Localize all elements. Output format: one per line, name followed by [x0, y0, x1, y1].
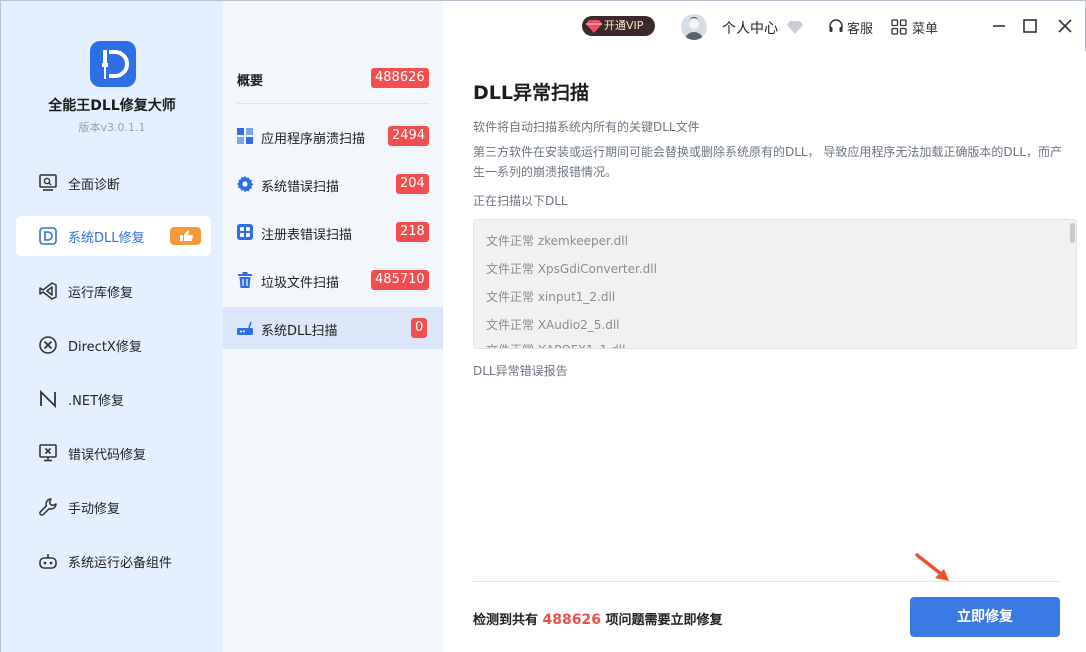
- registry-icon: [237, 224, 253, 240]
- directx-icon: [39, 336, 57, 354]
- close-icon[interactable]: [1055, 16, 1075, 36]
- scan-item-junk-files[interactable]: 垃圾文件扫描 485710: [223, 259, 443, 301]
- wrench-icon: [39, 498, 57, 516]
- scrollbar[interactable]: [1070, 223, 1075, 243]
- thumbs-up-icon: [170, 227, 201, 245]
- scan-count-badge: 2494: [388, 126, 430, 146]
- overview-count-badge: 488626: [371, 68, 429, 88]
- router-icon: [237, 321, 253, 335]
- description-line1: 软件将自动扫描系统内所有的关键DLL文件: [473, 120, 700, 134]
- avatar[interactable]: [681, 14, 707, 40]
- scan-item-label: 系统错误扫描: [261, 180, 340, 195]
- sidebar-item-full-diagnosis[interactable]: 全面诊断: [16, 163, 211, 203]
- sidebar-item-system-components[interactable]: 系统运行必备组件: [16, 541, 211, 581]
- page-title: DLL异常扫描: [473, 82, 589, 104]
- scan-category-panel: 概要 488626 应用程序崩溃扫描 2494 系统错误扫描 204 注册表错误…: [223, 1, 443, 652]
- app-grid-icon: [237, 128, 253, 144]
- scan-item-app-crash[interactable]: 应用程序崩溃扫描 2494: [223, 115, 443, 157]
- sidebar: 全能王DLL修复大师 版本v3.0.1.1 全面诊断 系统DLL修复 运行库修复…: [1, 1, 223, 652]
- list-item: 文件正常 zkemkeeper.dll: [486, 234, 628, 248]
- app-title: 全能王DLL修复大师: [48, 98, 176, 114]
- scan-item-registry-error[interactable]: 注册表错误扫描 218: [223, 211, 443, 253]
- scan-item-system-dll[interactable]: 系统DLL扫描 0: [223, 307, 443, 349]
- report-label: DLL异常错误报告: [473, 364, 568, 378]
- description-line2: 第三方软件在安装或运行期间可能会替换或删除系统原有的DLL， 导致应用程序无法加…: [473, 145, 1063, 179]
- arrow-pointer-icon: [915, 553, 949, 581]
- sidebar-item-system-dll-repair[interactable]: 系统DLL修复: [16, 216, 211, 256]
- sidebar-item-dotnet-repair[interactable]: .NET修复: [16, 379, 211, 419]
- divider: [473, 581, 1061, 582]
- scan-item-label: 应用程序崩溃扫描: [261, 132, 366, 147]
- overview-label: 概要: [237, 74, 264, 89]
- summary-count: 488626: [542, 612, 601, 628]
- app-logo: [90, 41, 136, 87]
- list-item: 文件正常 XpsGdiConverter.dll: [486, 262, 657, 276]
- scanning-label: 正在扫描以下DLL: [473, 194, 568, 208]
- gamepad-icon: [39, 554, 57, 569]
- visual-studio-icon: [39, 282, 57, 300]
- sidebar-item-label: DirectX修复: [68, 339, 142, 355]
- sidebar-item-label: .NET修复: [68, 393, 125, 409]
- list-item: 文件正常 XAudio2_5.dll: [486, 318, 620, 332]
- scan-item-system-error[interactable]: 系统错误扫描 204: [223, 163, 443, 205]
- app-window: 全能王DLL修复大师 版本v3.0.1.1 全面诊断 系统DLL修复 运行库修复…: [0, 0, 1086, 652]
- summary-suffix: 项问题需要立即修复: [605, 613, 723, 628]
- dll-scan-list[interactable]: 文件正常 zkemkeeper.dll 文件正常 XpsGdiConverter…: [473, 219, 1077, 349]
- sidebar-item-label: 系统DLL修复: [68, 230, 145, 246]
- sidebar-item-manual-repair[interactable]: 手动修复: [16, 487, 211, 527]
- sidebar-item-label: 运行库修复: [68, 285, 134, 301]
- fix-now-button[interactable]: 立即修复: [910, 597, 1060, 637]
- trash-icon: [238, 272, 252, 288]
- diamond-outline-icon: [787, 21, 803, 34]
- sidebar-item-directx-repair[interactable]: DirectX修复: [16, 325, 211, 365]
- scan-count-badge: 204: [396, 174, 429, 194]
- scan-item-label: 系统DLL扫描: [261, 324, 338, 339]
- diamond-icon: [586, 20, 602, 33]
- vip-button[interactable]: 开通VIP: [582, 16, 655, 36]
- headset-icon: [829, 19, 843, 32]
- scan-item-label: 注册表错误扫描: [261, 228, 353, 243]
- dotnet-icon: [40, 389, 56, 409]
- divider: [237, 103, 429, 104]
- scan-item-label: 垃圾文件扫描: [261, 276, 340, 291]
- user-center-link[interactable]: 个人中心: [722, 18, 778, 38]
- error-monitor-icon: [39, 444, 57, 462]
- sidebar-item-label: 错误代码修复: [68, 447, 147, 463]
- list-item: 文件正常 xinput1_2.dll: [486, 290, 616, 304]
- sidebar-item-label: 全面诊断: [68, 177, 121, 193]
- dll-icon: [39, 227, 57, 245]
- sidebar-item-runtime-repair[interactable]: 运行库修复: [16, 271, 211, 311]
- maximize-icon[interactable]: [1020, 16, 1040, 36]
- summary-prefix: 检测到共有: [473, 613, 539, 628]
- app-version: 版本v3.0.1.1: [78, 121, 146, 134]
- sidebar-item-error-code-repair[interactable]: 错误代码修复: [16, 433, 211, 473]
- vip-label: 开通VIP: [604, 19, 644, 32]
- scan-count-badge: 218: [396, 222, 429, 242]
- customer-service-button[interactable]: 客服: [847, 18, 873, 37]
- menu-button[interactable]: 菜单: [912, 18, 938, 37]
- list-item: 文件正常 XAPOFX1_1.dll: [486, 341, 625, 348]
- minimize-icon[interactable]: [989, 16, 1009, 36]
- gear-icon: [237, 176, 254, 192]
- scan-count-badge: 485710: [371, 270, 429, 290]
- sidebar-item-label: 手动修复: [68, 501, 121, 517]
- main-content: DLL异常扫描 软件将自动扫描系统内所有的关键DLL文件 第三方软件在安装或运行…: [443, 51, 1086, 652]
- monitor-search-icon: [39, 174, 57, 191]
- scan-count-badge: 0: [411, 318, 428, 338]
- sidebar-item-label: 系统运行必备组件: [68, 555, 173, 571]
- summary-text: 检测到共有 488626 项问题需要立即修复: [473, 609, 723, 628]
- menu-grid-icon: [891, 19, 907, 35]
